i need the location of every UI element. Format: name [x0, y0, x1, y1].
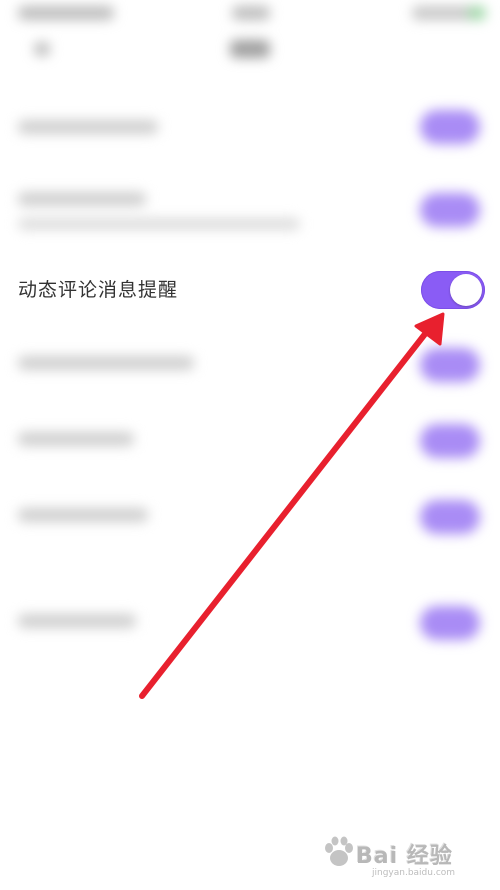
watermark-brand: Bai 经验 — [356, 844, 453, 869]
watermark-url: jingyan.baidu.com — [372, 868, 456, 878]
baidu-watermark: Bai 经验 jingyan.baidu.com — [322, 832, 492, 884]
baidu-paw-icon — [325, 836, 353, 866]
annotation-arrow-icon — [139, 312, 445, 699]
